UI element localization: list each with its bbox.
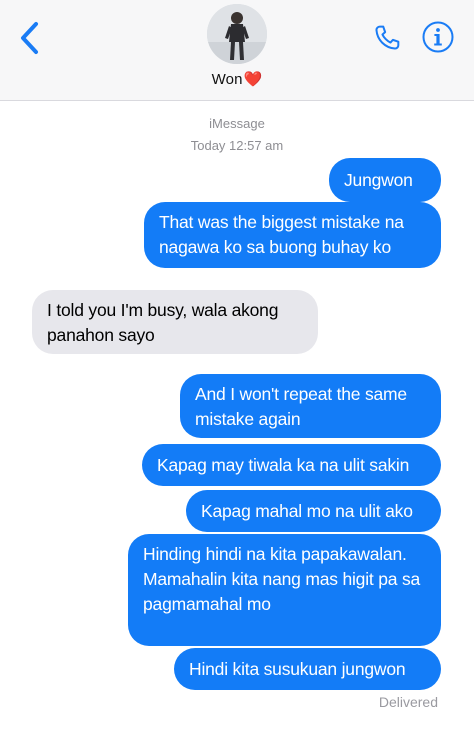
timestamp: Today 12:57 am [190,138,284,153]
person-photo [207,4,267,64]
message-bubble-outgoing[interactable]: That was the biggest mistake na nagawa k… [144,202,441,268]
message-bubble-incoming[interactable]: I told you I'm busy, wala akong panahon … [32,290,318,354]
message-bubble-outgoing[interactable]: Hinding hindi na kita papakawalan. Mamah… [128,534,441,646]
message-text: That was the biggest mistake na nagawa k… [159,212,404,257]
delivery-status: Delivered [378,694,438,710]
info-icon[interactable] [421,20,455,54]
message-bubble-outgoing[interactable]: Kapag may tiwala ka na ulit sakin [142,444,441,486]
avatar[interactable] [207,4,267,64]
message-text: Kapag may tiwala ka na ulit sakin [157,455,410,475]
contact-name-text: Won [211,71,243,88]
message-text: Jungwon [344,170,413,190]
message-text: Hindi kita susukuan jungwon [189,659,406,679]
message-bubble-outgoing[interactable]: Kapag mahal mo na ulit ako [186,490,441,532]
service-label: iMessage [209,116,265,131]
message-text: Hinding hindi na kita papakawalan. Mamah… [143,544,421,614]
phone-icon[interactable] [371,22,403,54]
message-text: Kapag mahal mo na ulit ako [201,501,413,521]
message-text: And I won't repeat the same mistake agai… [195,384,407,429]
chevron-left-icon[interactable] [14,18,46,58]
heart-emoji: ❤️ [243,71,263,88]
message-bubble-outgoing[interactable]: Jungwon [329,158,441,202]
message-bubble-outgoing[interactable]: And I won't repeat the same mistake agai… [180,374,441,438]
contact-name[interactable]: Won❤️ [0,70,474,88]
message-bubble-outgoing[interactable]: Hindi kita susukuan jungwon [174,648,441,690]
conversation-header: Won❤️ [0,0,474,101]
message-text: I told you I'm busy, wala akong panahon … [47,300,279,345]
